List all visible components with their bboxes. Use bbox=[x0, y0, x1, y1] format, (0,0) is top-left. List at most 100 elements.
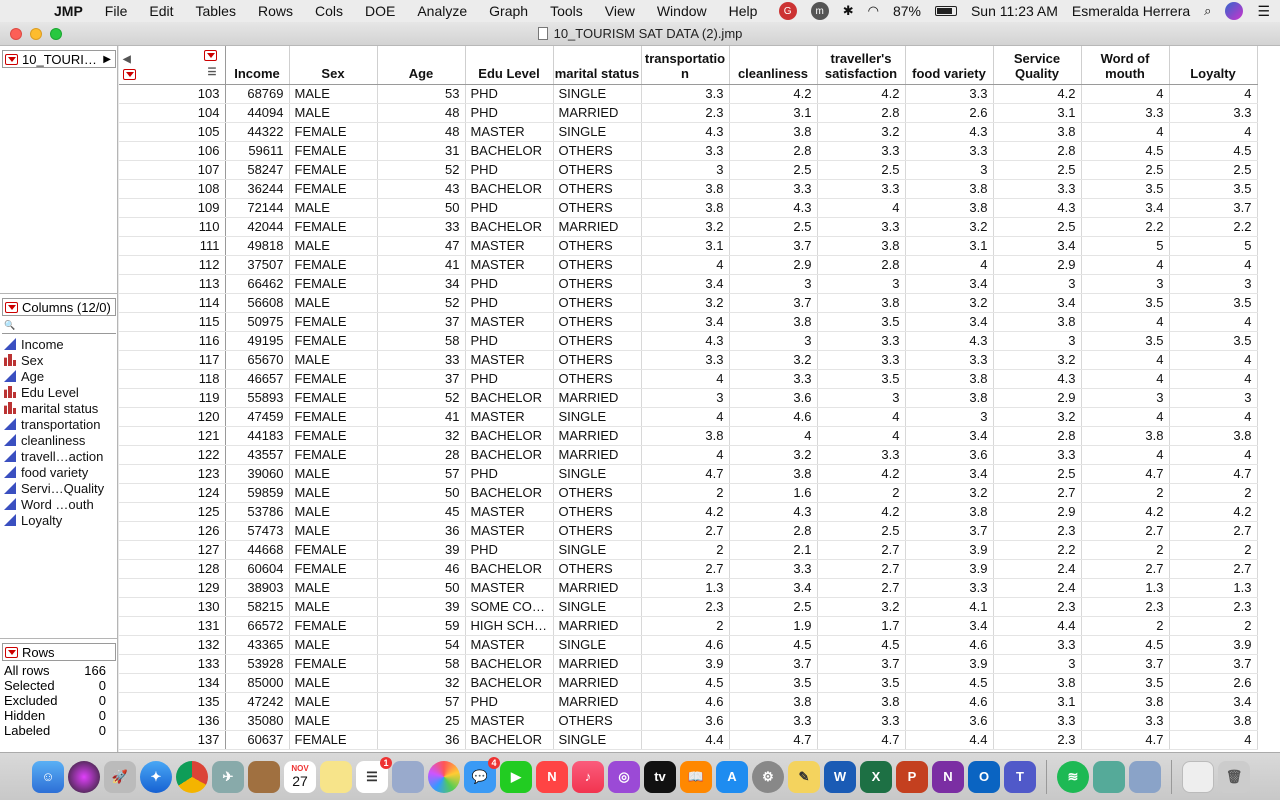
table-cell[interactable]: 4 bbox=[1169, 84, 1258, 104]
table-cell[interactable]: 2.3 bbox=[993, 597, 1082, 617]
table-cell[interactable]: 3.1 bbox=[993, 692, 1082, 712]
table-cell[interactable]: 3.4 bbox=[1081, 198, 1170, 218]
table-cell[interactable]: FEMALE bbox=[289, 312, 378, 332]
spotlight-search-icon[interactable]: ⌕ bbox=[1204, 3, 1211, 19]
table-row[interactable]: 128 60604 FEMALE 46 BACHELOR OTHERS 2.7 3.3 2.7 3… bbox=[119, 559, 1258, 579]
table-cell[interactable]: 4.4 bbox=[993, 616, 1082, 636]
table-cell[interactable]: 3.1 bbox=[729, 103, 818, 123]
table-cell[interactable]: 3.5 bbox=[1081, 673, 1170, 693]
finder-icon[interactable]: ☺ bbox=[32, 760, 64, 793]
table-cell[interactable]: OTHERS bbox=[553, 483, 642, 503]
table-cell[interactable]: 58 bbox=[377, 331, 466, 351]
table-cell[interactable]: 39060 bbox=[225, 464, 290, 484]
row-number[interactable]: 134 bbox=[119, 673, 226, 693]
table-panel-header[interactable]: 10_TOURI… ▶ bbox=[2, 50, 116, 68]
table-cell[interactable]: 3.5 bbox=[817, 312, 906, 332]
table-cell[interactable]: 55893 bbox=[225, 388, 290, 408]
row-number[interactable]: 131 bbox=[119, 616, 226, 636]
table-row[interactable]: 129 38903 MALE 50 MASTER MARRIED 1.3 3.4 2.7 3.3 2… bbox=[119, 578, 1258, 598]
table-cell[interactable]: BACHELOR bbox=[465, 141, 554, 161]
table-cell[interactable]: 59859 bbox=[225, 483, 290, 503]
table-cell[interactable]: 44183 bbox=[225, 426, 290, 446]
table-cell[interactable]: 1.9 bbox=[729, 616, 818, 636]
table-cell[interactable]: 3.2 bbox=[905, 483, 994, 503]
table-cell[interactable]: 2.7 bbox=[1081, 559, 1170, 579]
books-icon[interactable]: 📖 bbox=[680, 760, 712, 793]
table-cell[interactable]: MALE bbox=[289, 350, 378, 370]
table-cell[interactable]: 3.8 bbox=[905, 198, 994, 218]
table-cell[interactable]: OTHERS bbox=[553, 274, 642, 294]
onenote-icon[interactable]: N bbox=[932, 760, 964, 793]
table-cell[interactable]: 34 bbox=[377, 274, 466, 294]
table-cell[interactable]: 1.3 bbox=[1169, 578, 1258, 598]
table-row[interactable]: 103 68769 MALE 53 PHD SINGLE 3.3 4.2 4.2 3.3 4.2 4 4 bbox=[119, 84, 1258, 104]
table-cell[interactable]: OTHERS bbox=[553, 502, 642, 522]
pages-icon[interactable]: ✎ bbox=[788, 760, 820, 793]
siri-icon[interactable] bbox=[1225, 2, 1244, 20]
table-cell[interactable]: 46 bbox=[377, 559, 466, 579]
table-cell[interactable]: FEMALE bbox=[289, 160, 378, 180]
table-cell[interactable]: 60637 bbox=[225, 730, 290, 750]
table-cell[interactable]: 3.5 bbox=[1081, 179, 1170, 199]
list-icon[interactable]: ☰ bbox=[208, 65, 217, 80]
table-cell[interactable]: 2.8 bbox=[993, 141, 1082, 161]
column-header[interactable]: traveller's satisfaction bbox=[817, 46, 906, 85]
table-cell[interactable]: 4.2 bbox=[817, 84, 906, 104]
table-cell[interactable]: 3.4 bbox=[905, 274, 994, 294]
table-row[interactable]: 125 53786 MALE 45 MASTER OTHERS 4.2 4.3 4.2 3.8 2.… bbox=[119, 502, 1258, 522]
table-cell[interactable]: 3.8 bbox=[729, 692, 818, 712]
table-cell[interactable]: 3.3 bbox=[1081, 103, 1170, 123]
table-cell[interactable]: 4 bbox=[817, 198, 906, 218]
table-cell[interactable]: 2.5 bbox=[1169, 160, 1258, 180]
table-cell[interactable]: MALE bbox=[289, 103, 378, 123]
minimize-window-button[interactable] bbox=[30, 28, 42, 40]
table-cell[interactable]: FEMALE bbox=[289, 730, 378, 750]
table-cell[interactable]: OTHERS bbox=[553, 350, 642, 370]
table-cell[interactable]: 4.3 bbox=[641, 331, 730, 351]
row-number[interactable]: 132 bbox=[119, 635, 226, 655]
table-cell[interactable]: OTHERS bbox=[553, 255, 642, 275]
table-row[interactable]: 131 66572 FEMALE 59 HIGH SCH… MARRIED 2 1.9 1.7 3… bbox=[119, 616, 1258, 636]
table-cell[interactable]: 2.5 bbox=[993, 160, 1082, 180]
table-cell[interactable]: 47242 bbox=[225, 692, 290, 712]
column-item[interactable]: Servi…Quality bbox=[0, 480, 118, 496]
table-cell[interactable]: 2.5 bbox=[993, 464, 1082, 484]
row-number[interactable]: 111 bbox=[119, 236, 226, 256]
table-cell[interactable]: 3 bbox=[993, 274, 1082, 294]
table-cell[interactable]: PHD bbox=[465, 84, 554, 104]
table-cell[interactable]: 3.8 bbox=[993, 673, 1082, 693]
table-cell[interactable]: 4.3 bbox=[905, 122, 994, 142]
table-cell[interactable]: MARRIED bbox=[553, 654, 642, 674]
table-cell[interactable]: 3.8 bbox=[641, 198, 730, 218]
table-cell[interactable]: 52 bbox=[377, 160, 466, 180]
column-item[interactable]: marital status bbox=[0, 400, 118, 416]
table-cell[interactable]: 3.2 bbox=[641, 293, 730, 313]
table-cell[interactable]: 3.2 bbox=[641, 217, 730, 237]
table-cell[interactable]: 3.8 bbox=[729, 464, 818, 484]
menu-analyze[interactable]: Analyze bbox=[417, 3, 467, 19]
table-cell[interactable]: 1.6 bbox=[729, 483, 818, 503]
table-cell[interactable]: 2.5 bbox=[1081, 160, 1170, 180]
table-cell[interactable]: 3.2 bbox=[993, 350, 1082, 370]
table-cell[interactable]: 2.7 bbox=[641, 521, 730, 541]
row-number[interactable]: 133 bbox=[119, 654, 226, 674]
table-cell[interactable]: MASTER bbox=[465, 407, 554, 427]
menu-cols[interactable]: Cols bbox=[315, 3, 343, 19]
excel-icon[interactable]: X bbox=[860, 760, 892, 793]
table-cell[interactable]: 4.6 bbox=[641, 692, 730, 712]
table-cell[interactable]: 3.8 bbox=[817, 692, 906, 712]
table-cell[interactable]: MARRIED bbox=[553, 103, 642, 123]
safari-icon[interactable]: ✦ bbox=[140, 760, 172, 793]
table-cell[interactable]: 2.7 bbox=[1169, 559, 1258, 579]
table-cell[interactable]: PHD bbox=[465, 464, 554, 484]
table-cell[interactable]: 46657 bbox=[225, 369, 290, 389]
table-cell[interactable]: PHD bbox=[465, 369, 554, 389]
table-menu-triangle-icon[interactable] bbox=[5, 53, 18, 65]
table-cell[interactable]: BACHELOR bbox=[465, 654, 554, 674]
music-icon[interactable]: ♪ bbox=[572, 760, 604, 793]
expand-right-icon[interactable]: ▶ bbox=[103, 54, 111, 65]
table-cell[interactable]: 2 bbox=[1081, 616, 1170, 636]
siri-dock-icon[interactable] bbox=[68, 760, 100, 793]
column-header[interactable]: cleanliness bbox=[729, 46, 818, 85]
table-cell[interactable]: 3.3 bbox=[729, 711, 818, 731]
